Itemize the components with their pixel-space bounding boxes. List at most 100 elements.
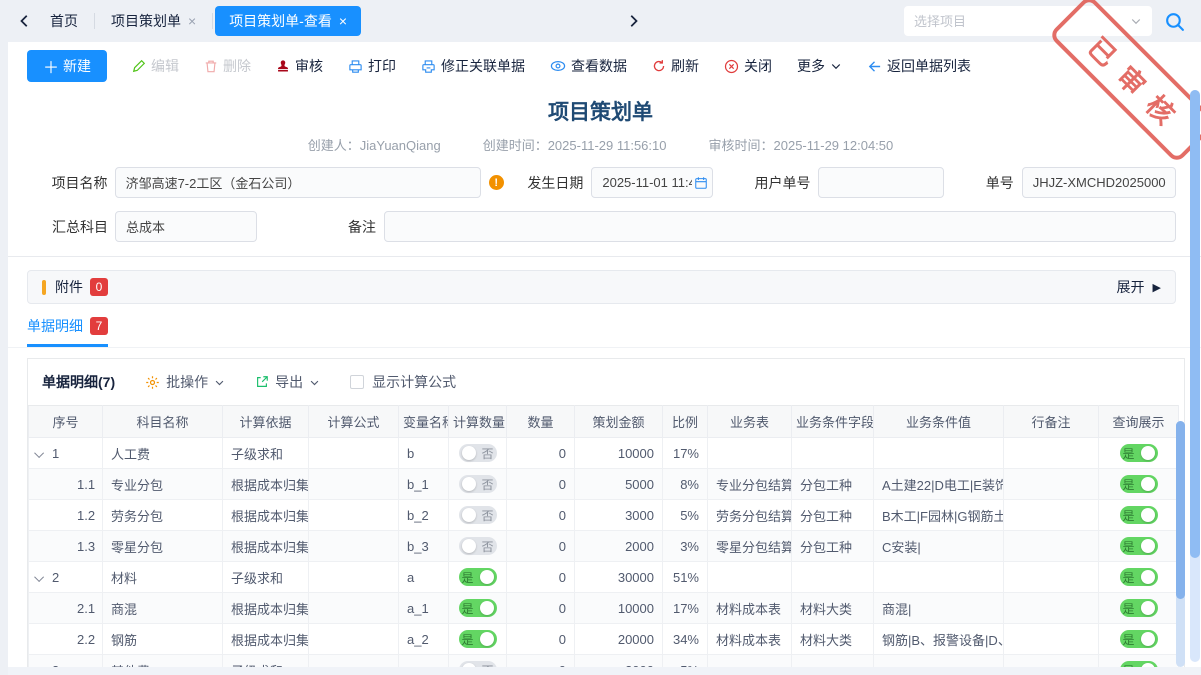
table-row[interactable]: 2.2钢筋根据成本归集a_2是02000034%材料成本表材料大类钢筋|B、报警… (29, 624, 1179, 655)
arrow-left-icon (867, 59, 882, 74)
doc-no-field[interactable]: JHJZ-XMCHD2025000 (1022, 167, 1176, 198)
view-data-button[interactable]: 查看数据 (550, 56, 627, 76)
column-header: 比例 (663, 406, 708, 438)
page-scrollbar-thumb[interactable] (1190, 90, 1200, 558)
cell-qty: 0 (507, 531, 575, 562)
toggle-on[interactable]: 是 (1120, 444, 1158, 462)
cell-formula (309, 500, 399, 531)
table-scrollbar-thumb[interactable] (1176, 421, 1185, 599)
info-icon[interactable]: ! (489, 175, 504, 190)
new-button-label: 新建 (63, 56, 91, 76)
attachment-bar[interactable]: 附件 0 展开 ▶ (27, 270, 1176, 304)
delete-button[interactable]: 删除 (204, 56, 251, 76)
toggle-label: 是 (462, 569, 474, 586)
remark-field[interactable] (384, 211, 1176, 242)
toggle-on[interactable]: 是 (1120, 630, 1158, 648)
tab-home[interactable]: 首页 (36, 6, 92, 36)
toggle-knob (1141, 539, 1155, 553)
calendar-icon[interactable] (694, 176, 708, 190)
user-no-field[interactable] (818, 167, 943, 198)
cell-name: 钢筋 (103, 624, 223, 655)
batch-actions-button[interactable]: 批操作 (145, 372, 225, 392)
more-button[interactable]: 更多 (797, 56, 842, 76)
trash-icon (204, 59, 218, 73)
table-row[interactable]: 2.1商混根据成本归集a_1是01000017%材料成本表材料大类商混|是 (29, 593, 1179, 624)
refresh-button[interactable]: 刷新 (652, 56, 699, 76)
cell-seq: 2.2 (29, 624, 103, 655)
toggle-off[interactable]: 否 (459, 506, 497, 524)
toggle-on[interactable]: 是 (1120, 475, 1158, 493)
toggle-off[interactable]: 否 (459, 444, 497, 462)
toggle-on[interactable]: 是 (1120, 568, 1158, 586)
close-button[interactable]: 关闭 (724, 56, 772, 76)
occur-date-field[interactable]: 2025-11-01 11:47: (591, 167, 712, 198)
section-divider (8, 256, 1201, 257)
toggle-on[interactable]: 是 (459, 568, 497, 586)
toggle-label: 是 (1123, 476, 1135, 493)
toggle-off[interactable]: 否 (459, 537, 497, 555)
search-icon[interactable] (1164, 11, 1185, 32)
table-row[interactable]: 1.3零星分包根据成本归集b_3否020003%零星分包结算子分包工种C安装|是 (29, 531, 1179, 562)
print-button[interactable]: 打印 (348, 56, 396, 76)
triangle-right-icon: ▶ (1153, 281, 1161, 294)
cell-basis: 根据成本归集 (223, 531, 309, 562)
toggle-knob (462, 508, 476, 522)
cell-calc_qty: 否 (449, 500, 507, 531)
summary-subject-field[interactable]: 总成本 (115, 211, 257, 242)
column-header: 查询展示 (1099, 406, 1179, 438)
toggle-on[interactable]: 是 (1120, 537, 1158, 555)
toggle-off[interactable]: 否 (459, 475, 497, 493)
expand-caret-icon[interactable] (34, 448, 44, 458)
cell-variable: b_3 (399, 531, 449, 562)
column-header: 计算公式 (309, 406, 399, 438)
cell-biz_value: C安装| (874, 531, 1004, 562)
cell-variable: a_2 (399, 624, 449, 655)
chevron-right-icon[interactable] (622, 14, 644, 28)
table-row[interactable]: 1人工费子级求和b否01000017%是 (29, 438, 1179, 469)
fix-related-docs-button[interactable]: 修正关联单据 (421, 56, 525, 76)
expand-caret-icon[interactable] (34, 572, 44, 582)
attachment-count-badge: 0 (90, 278, 108, 296)
toggle-label: 否 (481, 445, 493, 462)
chevron-down-icon[interactable] (1130, 15, 1142, 27)
close-icon[interactable]: × (339, 13, 347, 29)
tab-project-plan-list[interactable]: 项目策划单 × (97, 6, 210, 36)
tab-divider (212, 13, 213, 29)
cell-variable: b_1 (399, 469, 449, 500)
cell-display: 是 (1099, 593, 1179, 624)
checkbox-icon[interactable] (350, 375, 364, 389)
project-name-field[interactable]: 济邹高速7-2工区（金石公司） (115, 167, 481, 198)
toggle-on[interactable]: 是 (459, 630, 497, 648)
toggle-on[interactable]: 是 (459, 599, 497, 617)
cell-seq: 1 (29, 438, 103, 469)
cell-calc_qty: 是 (449, 562, 507, 593)
back-to-list-button[interactable]: 返回单据列表 (867, 56, 971, 76)
chevron-left-icon[interactable] (14, 14, 36, 28)
chevron-down-icon (830, 60, 842, 72)
expand-button[interactable]: 展开 ▶ (1117, 277, 1161, 297)
toggle-on[interactable]: 是 (1120, 506, 1158, 524)
cell-biz_table (708, 562, 792, 593)
cell-biz_value: 商混| (874, 593, 1004, 624)
export-icon (255, 375, 269, 389)
tab-project-plan-view[interactable]: 项目策划单-查看 × (215, 6, 361, 36)
occur-date-label: 发生日期 (524, 173, 584, 193)
table-row[interactable]: 2材料子级求和a是03000051%是 (29, 562, 1179, 593)
close-icon[interactable]: × (188, 13, 196, 29)
page-title: 项目策划单 (0, 96, 1201, 126)
audit-button[interactable]: 审核 (276, 56, 323, 76)
toggle-on[interactable]: 是 (1120, 599, 1158, 617)
cell-biz_table (708, 438, 792, 469)
export-button[interactable]: 导出 (255, 372, 320, 392)
edit-button[interactable]: 编辑 (132, 56, 179, 76)
new-button[interactable]: ＋ 新建 (27, 50, 107, 82)
cell-name: 商混 (103, 593, 223, 624)
table-row[interactable]: 1.1专业分包根据成本归集b_1否050008%专业分包结算子分包工种A土建22… (29, 469, 1179, 500)
toggle-knob (1141, 570, 1155, 584)
table-toolbar: 单据明细(7) 批操作 导出 显示计算公式 (28, 359, 1184, 405)
toggle-knob (462, 446, 476, 460)
cell-amount: 10000 (575, 593, 663, 624)
table-row[interactable]: 1.2劳务分包根据成本归集b_2否030005%劳务分包结算子分包工种B木工|F… (29, 500, 1179, 531)
show-formula-checkbox[interactable]: 显示计算公式 (350, 372, 456, 392)
tab-detail[interactable]: 单据明细 7 (27, 316, 108, 347)
